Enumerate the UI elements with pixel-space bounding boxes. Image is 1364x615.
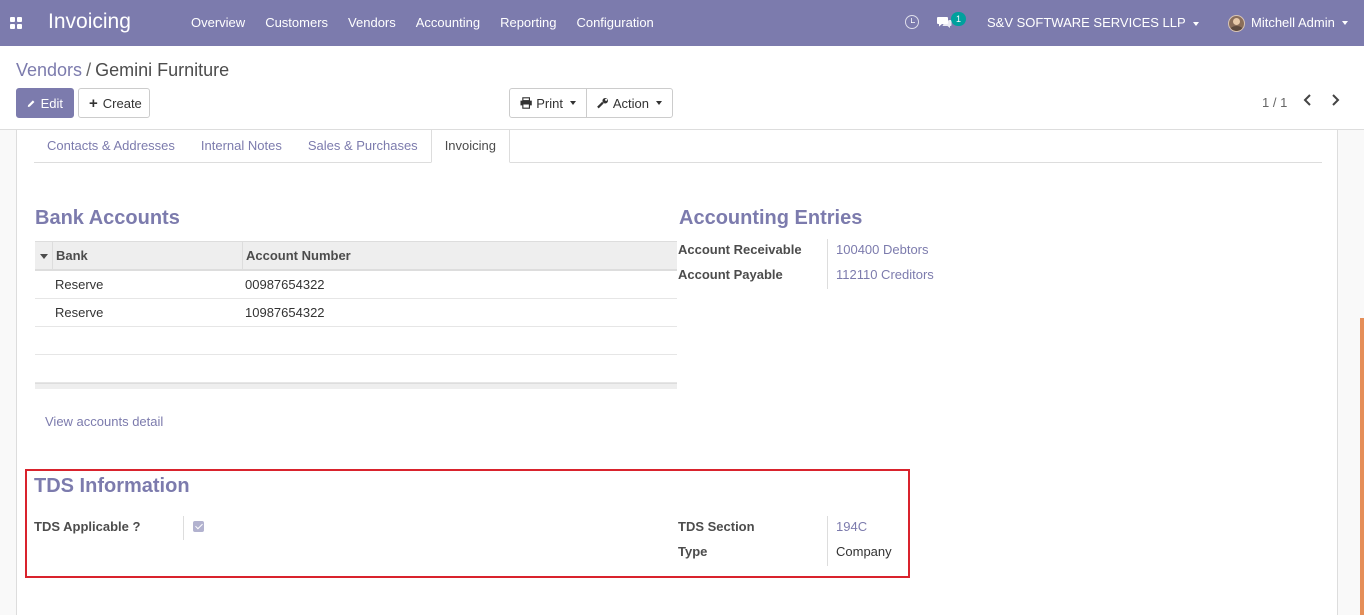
chat-count-badge: 1 xyxy=(951,12,966,26)
tab-invoicing[interactable]: Invoicing xyxy=(430,130,510,163)
tds-information-title: TDS Information xyxy=(34,475,190,497)
column-header-bank[interactable]: Bank xyxy=(53,241,243,270)
menu-configuration[interactable]: Configuration xyxy=(566,0,663,46)
edit-button[interactable]: Edit xyxy=(16,88,74,118)
create-label: Create xyxy=(102,95,142,111)
sort-handle-icon[interactable] xyxy=(35,241,53,270)
tds-type-value: Company xyxy=(836,544,892,559)
user-menu[interactable]: Mitchell Admin xyxy=(1228,0,1348,46)
menu-overview[interactable]: Overview xyxy=(181,0,255,46)
tds-type-label: Type xyxy=(678,544,708,559)
tds-applicable-checkbox[interactable] xyxy=(193,521,204,532)
top-navbar: Invoicing Overview Customers Vendors Acc… xyxy=(0,0,1364,46)
field-divider xyxy=(827,516,828,566)
chevron-right-icon[interactable] xyxy=(1328,93,1342,107)
table-row-empty xyxy=(35,327,677,355)
scrollbar[interactable] xyxy=(1360,318,1364,615)
chevron-down-icon xyxy=(1341,21,1348,25)
create-button[interactable]: + Create xyxy=(78,88,150,118)
view-accounts-detail-link[interactable]: View accounts detail xyxy=(45,414,163,429)
apps-menu-icon[interactable] xyxy=(10,17,22,29)
accounting-entries-title: Accounting Entries xyxy=(679,207,863,229)
field-divider xyxy=(827,239,828,289)
print-label: Print xyxy=(536,95,563,111)
company-switcher[interactable]: S&V SOFTWARE SERVICES LLP xyxy=(987,0,1199,46)
print-button[interactable]: Print xyxy=(509,88,587,118)
company-name: S&V SOFTWARE SERVICES LLP xyxy=(987,15,1186,30)
control-panel: Vendors / Gemini Furniture Edit + Create Pr… xyxy=(0,46,1364,130)
bank-accounts-title: Bank Accounts xyxy=(35,207,180,229)
chat-icon[interactable] xyxy=(937,16,952,28)
tab-contacts-addresses[interactable]: Contacts & Addresses xyxy=(34,130,188,162)
menu-vendors[interactable]: Vendors xyxy=(338,0,406,46)
account-receivable-label: Account Receivable xyxy=(678,242,802,257)
main-menu: Overview Customers Vendors Accounting Re… xyxy=(181,0,664,46)
account-receivable-value[interactable]: 100400 Debtors xyxy=(836,242,929,257)
pager-value[interactable]: 1 / 1 xyxy=(1262,95,1287,110)
column-header-account-number[interactable]: Account Number xyxy=(243,242,351,270)
printer-icon xyxy=(520,97,532,109)
table-header: Bank Account Number xyxy=(35,241,677,271)
breadcrumb-vendors[interactable]: Vendors xyxy=(16,60,82,80)
table-row[interactable]: Reserve 10987654322 xyxy=(35,299,677,327)
breadcrumb: Vendors / Gemini Furniture xyxy=(16,60,229,81)
breadcrumb-separator: / xyxy=(86,60,92,80)
cell-bank: Reserve xyxy=(55,305,104,320)
notebook-tabs: Contacts & Addresses Internal Notes Sale… xyxy=(34,130,1322,163)
cell-account-number: 10987654322 xyxy=(245,305,325,320)
cell-bank: Reserve xyxy=(55,277,104,292)
user-name: Mitchell Admin xyxy=(1251,15,1335,30)
activity-clock-icon[interactable] xyxy=(905,15,919,29)
action-label: Action xyxy=(612,95,649,111)
breadcrumb-current: Gemini Furniture xyxy=(95,60,230,80)
avatar xyxy=(1228,14,1245,32)
account-payable-label: Account Payable xyxy=(678,267,783,282)
wrench-icon xyxy=(597,97,608,109)
chevron-left-icon[interactable] xyxy=(1301,93,1315,107)
table-row[interactable]: Reserve 00987654322 xyxy=(35,271,677,299)
chevron-down-icon xyxy=(656,101,662,105)
tds-section-value[interactable]: 194C xyxy=(836,519,867,534)
action-button[interactable]: Action xyxy=(586,88,673,118)
tab-internal-notes[interactable]: Internal Notes xyxy=(188,130,295,162)
chevron-down-icon xyxy=(570,101,576,105)
menu-customers[interactable]: Customers xyxy=(255,0,338,46)
plus-icon: + xyxy=(89,94,98,112)
bank-accounts-table: Bank Account Number Reserve 00987654322 … xyxy=(35,241,677,389)
menu-accounting[interactable]: Accounting xyxy=(406,0,490,46)
table-row-empty xyxy=(35,355,677,383)
pencil-icon xyxy=(27,99,35,107)
account-payable-value[interactable]: 112110 Creditors xyxy=(836,267,934,282)
menu-reporting[interactable]: Reporting xyxy=(490,0,566,46)
table-footer xyxy=(35,383,677,389)
chevron-down-icon xyxy=(1192,21,1199,26)
tds-section-label: TDS Section xyxy=(678,519,755,534)
edit-label: Edit xyxy=(40,95,63,111)
field-divider xyxy=(183,516,184,540)
tds-applicable-label: TDS Applicable ? xyxy=(34,519,141,534)
cell-account-number: 00987654322 xyxy=(245,277,325,292)
form-sheet: Contacts & Addresses Internal Notes Sale… xyxy=(16,130,1338,615)
app-title[interactable]: Invoicing xyxy=(48,10,131,34)
tab-sales-purchases[interactable]: Sales & Purchases xyxy=(295,130,431,162)
